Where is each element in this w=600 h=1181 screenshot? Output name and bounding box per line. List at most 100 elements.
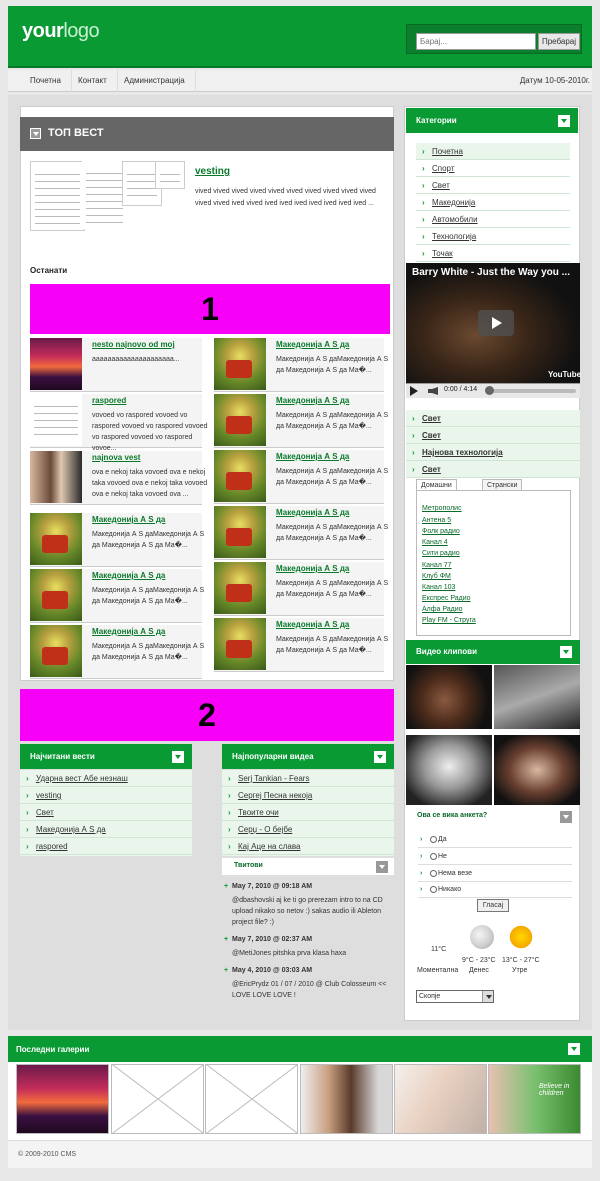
radio-station[interactable]: Канал 4: [422, 539, 448, 546]
gallery-thumbnail[interactable]: [394, 1064, 487, 1134]
poll-option[interactable]: Да: [418, 832, 572, 848]
news-thumbnail[interactable]: [214, 506, 266, 558]
news-title[interactable]: najnova vest: [92, 453, 140, 462]
news-title[interactable]: nesto najnovo od moj: [92, 340, 175, 349]
news-title[interactable]: Македонија А S да: [276, 396, 349, 405]
radio-station[interactable]: Play FM - Струга: [422, 617, 476, 624]
news-item[interactable]: Македонија А S да Македонија А S даМакед…: [214, 506, 388, 560]
poll-option[interactable]: Никако: [418, 882, 572, 898]
video-title[interactable]: Barry White - Just the Way you ...: [412, 267, 570, 278]
video-clip-thumbnail[interactable]: [494, 665, 580, 729]
radio-station[interactable]: Клуб ФМ: [422, 573, 451, 580]
collapse-icon[interactable]: [560, 811, 572, 823]
list-item[interactable]: Твоите очи: [222, 804, 394, 821]
play-overlay-icon[interactable]: [478, 310, 514, 336]
radio-station[interactable]: Антена 5: [422, 517, 451, 524]
news-thumbnail[interactable]: [30, 394, 82, 446]
radio-station[interactable]: Експрес Радио: [422, 595, 471, 602]
news-title[interactable]: Македонија А S да: [276, 620, 349, 629]
radio-station[interactable]: Алфа Радио: [422, 606, 463, 613]
collapse-icon[interactable]: [376, 861, 388, 873]
list-item[interactable]: vesting: [20, 787, 192, 804]
news-thumbnail[interactable]: [214, 394, 266, 446]
progress-handle[interactable]: [485, 386, 494, 395]
radio-button[interactable]: [430, 852, 437, 860]
news-title[interactable]: Македонија А S да: [92, 627, 165, 636]
news-item[interactable]: Македонија А S да Македонија А S даМакед…: [30, 513, 204, 567]
search-input[interactable]: [416, 33, 536, 50]
news-thumbnail[interactable]: [30, 625, 82, 677]
news-thumbnail[interactable]: [214, 618, 266, 670]
poll-option[interactable]: Не: [418, 849, 572, 865]
collapse-icon[interactable]: [560, 646, 572, 658]
radio-station[interactable]: Метрополис: [422, 505, 462, 512]
news-title[interactable]: Македонија А S да: [276, 564, 349, 573]
news-title[interactable]: Македонија А S да: [276, 340, 349, 349]
list-item[interactable]: raspored: [20, 838, 192, 855]
video-progress-bar[interactable]: [488, 389, 576, 393]
category-item[interactable]: Спорт: [416, 160, 570, 177]
gallery-thumbnail[interactable]: [300, 1064, 393, 1134]
list-item[interactable]: Свет: [20, 804, 192, 821]
category-item[interactable]: Македонија: [416, 194, 570, 211]
collapse-icon[interactable]: [558, 115, 570, 127]
vote-button[interactable]: Гласај: [477, 899, 509, 912]
news-title[interactable]: Македонија А S да: [276, 508, 349, 517]
video-clip-thumbnail[interactable]: [406, 665, 492, 729]
list-item[interactable]: Кај Аце на слава: [222, 838, 394, 855]
news-title[interactable]: Македонија А S да: [92, 571, 165, 580]
radio-station[interactable]: Канал 103: [422, 584, 455, 591]
category-item[interactable]: Технологија: [416, 228, 570, 245]
radio-button[interactable]: [430, 869, 437, 877]
list-item[interactable]: Серџ - О бејбе: [222, 821, 394, 838]
list-item[interactable]: Ударна вест Абе незнаш: [20, 770, 192, 787]
news-item[interactable]: raspored vovoed vo raspored vovoed vo ra…: [30, 394, 208, 452]
news-title[interactable]: Македонија А S да: [92, 515, 165, 524]
news-item[interactable]: Македонија А S да Македонија А S даМакед…: [214, 338, 388, 392]
news-item[interactable]: najnova vest ova e nekoj taka vovoed ova…: [30, 451, 207, 505]
category-item[interactable]: Почетна: [416, 143, 570, 160]
news-thumbnail[interactable]: [30, 338, 82, 390]
youtube-logo[interactable]: YouTube: [548, 370, 581, 379]
nav-item-home[interactable]: Почетна: [20, 70, 72, 92]
side-link[interactable]: Најнова технологија: [406, 444, 580, 461]
category-item[interactable]: Точак: [416, 245, 570, 262]
collapse-icon[interactable]: [568, 1043, 580, 1055]
play-icon[interactable]: [410, 386, 418, 396]
top-news-image[interactable]: [30, 161, 85, 231]
video-clip-thumbnail[interactable]: [494, 735, 580, 805]
list-item[interactable]: Serj Tankian - Fears: [222, 770, 394, 787]
news-item[interactable]: Македонија А S да Македонија А S даМакед…: [214, 562, 388, 616]
gallery-thumbnail[interactable]: [16, 1064, 109, 1134]
side-link[interactable]: Свет: [406, 427, 580, 444]
news-item[interactable]: Македонија А S да Македонија А S даМакед…: [214, 618, 388, 672]
gallery-placeholder[interactable]: [111, 1064, 204, 1134]
news-thumbnail[interactable]: [30, 569, 82, 621]
news-thumbnail[interactable]: [214, 450, 266, 502]
side-link[interactable]: Свет: [406, 410, 580, 427]
collapse-icon[interactable]: [30, 128, 41, 139]
nav-item-admin[interactable]: Администрација: [114, 70, 196, 92]
gallery-thumbnail[interactable]: Believe in children: [488, 1064, 581, 1134]
poll-option[interactable]: Нема везе: [418, 866, 572, 882]
nav-item-contact[interactable]: Контакт: [68, 70, 118, 92]
chevron-down-icon[interactable]: [486, 995, 492, 999]
news-item[interactable]: Македонија А S да Македонија А S даМакед…: [30, 625, 204, 679]
search-button[interactable]: Пребарај: [538, 33, 580, 50]
news-thumbnail[interactable]: [30, 451, 82, 503]
category-item[interactable]: Свет: [416, 177, 570, 194]
radio-button[interactable]: [430, 885, 437, 893]
news-title[interactable]: raspored: [92, 396, 126, 405]
ad-banner-1[interactable]: 1: [30, 284, 390, 334]
collapse-icon[interactable]: [172, 751, 184, 763]
radio-station[interactable]: Сити радио: [422, 550, 460, 557]
news-item[interactable]: Македонија А S да Македонија А S даМакед…: [214, 450, 388, 504]
ad-banner-2[interactable]: 2: [20, 689, 394, 741]
category-item[interactable]: Автомобили: [416, 211, 570, 228]
radio-station[interactable]: Фолк радио: [422, 528, 460, 535]
gallery-placeholder[interactable]: [205, 1064, 298, 1134]
list-item[interactable]: Македонија А S да: [20, 821, 192, 838]
news-thumbnail[interactable]: [214, 338, 266, 390]
news-title[interactable]: Македонија А S да: [276, 452, 349, 461]
radio-button[interactable]: [430, 835, 437, 843]
